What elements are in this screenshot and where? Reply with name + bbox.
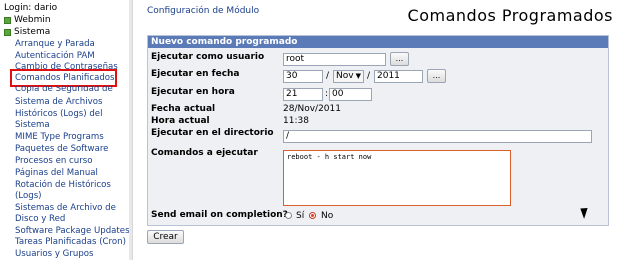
year-input[interactable]: 2011 bbox=[374, 70, 423, 83]
date-separator: / bbox=[326, 71, 330, 81]
sidebar-item-filesystems-cont[interactable]: Disco y Red bbox=[15, 214, 65, 224]
login-label: Login: dario bbox=[4, 3, 58, 13]
new-command-panel: Nuevo comando programado Ejecutar como u… bbox=[147, 35, 609, 226]
month-select[interactable]: Nov ▼ bbox=[333, 70, 364, 83]
minute-input[interactable]: 00 bbox=[329, 88, 372, 101]
sidebar-item-cron[interactable]: Tareas Planificadas (Cron) bbox=[15, 237, 126, 247]
sidebar-item-packages[interactable]: Paquetes de Software bbox=[15, 144, 108, 154]
email-yes-radio[interactable] bbox=[285, 212, 292, 219]
time-separator: : bbox=[325, 89, 329, 99]
run-as-input[interactable]: root bbox=[283, 53, 386, 66]
page-title: Comandos Programados bbox=[407, 6, 613, 25]
current-time-label: Hora actual bbox=[151, 116, 210, 126]
sidebar-item-filesystems[interactable]: Sistemas de Archivo de bbox=[15, 203, 116, 213]
sidebar-item-backup[interactable]: Copia de Seguridad de bbox=[15, 86, 113, 93]
sidebar-item-logrotate[interactable]: Rotación de Históricos bbox=[15, 180, 111, 190]
sidebar-item-pam[interactable]: Autenticación PAM bbox=[15, 51, 95, 61]
date-picker-button[interactable]: ... bbox=[427, 69, 446, 83]
user-picker-button[interactable]: ... bbox=[390, 52, 409, 66]
module-config-link[interactable]: Configuración de Módulo bbox=[147, 6, 259, 16]
sidebar-scrollbar[interactable] bbox=[129, 0, 132, 260]
current-date-value: 28/Nov/2011 bbox=[283, 104, 341, 114]
category-expand-icon bbox=[4, 16, 11, 24]
category-sistema[interactable]: Sistema bbox=[4, 27, 50, 37]
sidebar-item-users[interactable]: Usuarios y Grupos bbox=[15, 249, 94, 259]
category-label: Sistema bbox=[14, 27, 51, 37]
sidebar-item-arranque[interactable]: Arranque y Parada bbox=[15, 39, 95, 49]
current-time-value: 11:38 bbox=[283, 116, 309, 126]
sidebar-item-mime[interactable]: MIME Type Programs bbox=[15, 132, 104, 142]
email-no-radio[interactable] bbox=[309, 212, 316, 219]
main-content: Configuración de Módulo Comandos Program… bbox=[140, 0, 640, 260]
directory-input[interactable]: / bbox=[283, 130, 592, 143]
category-label: Webmin bbox=[14, 15, 51, 25]
sidebar-item-backup-cont[interactable]: Sistema de Archivos bbox=[15, 97, 102, 107]
selection-highlight bbox=[10, 69, 117, 87]
sidebar: Login: dario Webmin Sistema Arranque y P… bbox=[0, 0, 133, 260]
sidebar-item-passwords[interactable]: Cambio de Contraseñas bbox=[15, 62, 118, 69]
create-button[interactable]: Crear bbox=[147, 230, 184, 244]
date-label: Ejecutar en fecha bbox=[151, 69, 240, 79]
category-webmin[interactable]: Webmin bbox=[4, 15, 51, 25]
email-label: Send email on completion? bbox=[151, 210, 288, 220]
directory-label: Ejecutar en el directorio bbox=[151, 128, 274, 138]
category-expand-icon bbox=[4, 28, 11, 36]
current-date-label: Fecha actual bbox=[151, 104, 216, 114]
email-no-label: No bbox=[321, 211, 334, 221]
month-value: Nov bbox=[336, 71, 354, 81]
sidebar-item-manual[interactable]: Páginas del Manual bbox=[15, 168, 98, 178]
email-yes-label: Sí bbox=[296, 211, 305, 221]
sidebar-item-processes[interactable]: Procesos en curso bbox=[15, 156, 93, 166]
run-as-label: Ejecutar como usuario bbox=[151, 52, 265, 62]
commands-textarea[interactable]: reboot - h start now bbox=[283, 150, 511, 206]
hour-input[interactable]: 21 bbox=[283, 88, 323, 101]
commands-label: Comandos a ejecutar bbox=[151, 148, 258, 158]
time-label: Ejecutar en hora bbox=[151, 87, 235, 97]
chevron-down-icon: ▼ bbox=[355, 72, 361, 80]
sidebar-item-updates[interactable]: Software Package Updates bbox=[15, 226, 130, 236]
day-input[interactable]: 30 bbox=[283, 70, 323, 83]
sidebar-item-logs[interactable]: Históricos (Logs) del bbox=[15, 109, 102, 119]
sidebar-item-logs-cont[interactable]: Sistema bbox=[15, 120, 50, 130]
sidebar-item-logrotate-cont[interactable]: (Logs) bbox=[15, 191, 42, 201]
panel-title: Nuevo comando programado bbox=[148, 36, 608, 48]
date-separator: / bbox=[367, 71, 371, 81]
